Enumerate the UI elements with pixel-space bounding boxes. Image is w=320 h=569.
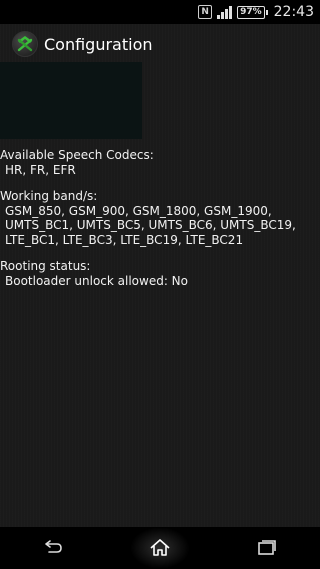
back-button[interactable] [23,527,83,569]
codecs-value: HR, FR, EFR [5,162,76,177]
bands-value-line: UMTS_BC1, UMTS_BC5, UMTS_BC6, UMTS_BC19, [5,218,296,232]
bands-label: Working band/s: [0,189,98,203]
codecs-label: Available Speech Codecs: [0,148,154,162]
rooting-label: Rooting status: [0,259,91,273]
recent-apps-icon [257,540,276,555]
banner-image [0,62,142,139]
action-bar: Configuration [0,24,320,64]
bands-value-line: GSM_850, GSM_900, GSM_1800, GSM_1900, [5,203,272,218]
recent-apps-button[interactable] [237,527,297,569]
page-title: Configuration [44,34,153,54]
navigation-bar [0,527,320,569]
status-bar: N 97% 22:43 [0,0,320,24]
configuration-details: Available Speech Codecs: HR, FR, EFR Wor… [0,148,320,288]
home-icon [150,539,170,556]
battery-icon: 97% [237,5,268,19]
signal-icon [217,5,233,19]
home-button[interactable] [129,527,190,569]
app-logo-icon[interactable] [12,31,38,57]
battery-percentage: 97% [240,6,262,17]
rooting-value: Bootloader unlock allowed: No [5,273,188,288]
status-clock: 22:43 [273,4,314,20]
nfc-icon: N [198,5,213,19]
back-icon [45,540,63,553]
bands-value-line: LTE_BC1, LTE_BC3, LTE_BC19, LTE_BC21 [5,232,244,247]
